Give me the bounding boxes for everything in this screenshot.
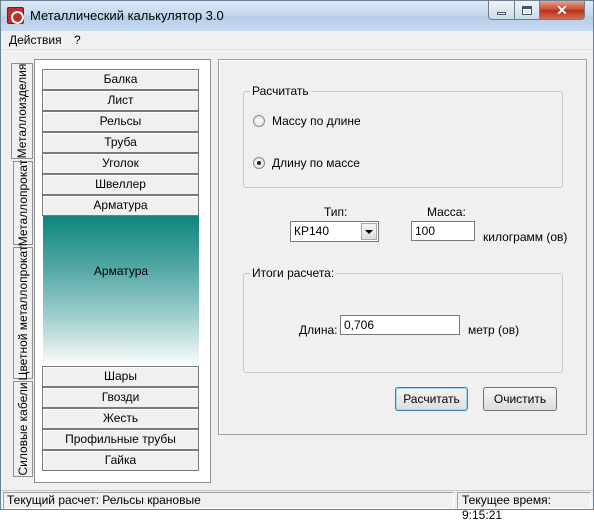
tab-label: Металлопрокат (16, 159, 30, 247)
menu-actions[interactable]: Действия (9, 33, 62, 47)
length-label: Длина: (299, 323, 338, 337)
category-rails-button[interactable]: Рельсы (42, 111, 199, 132)
maximize-icon (522, 5, 532, 15)
mass-unit-label: килограмм (ов) (483, 230, 568, 244)
category-sheet-button[interactable]: Лист (42, 90, 199, 111)
status-current-calc: Текущий расчет: Рельсы крановые (3, 492, 454, 509)
expanded-category-panel[interactable]: Арматура (43, 216, 199, 367)
tab-label: Металлоизделия (15, 63, 29, 159)
type-label: Тип: (324, 205, 348, 219)
tab-nonferrous-metal[interactable]: Цветной металлопрокат (13, 245, 33, 381)
minimize-button[interactable] (488, 1, 515, 20)
menu-bar: Действия ? (1, 31, 593, 50)
window-title: Металлический калькулятор 3.0 (30, 8, 224, 23)
radio-length-by-mass[interactable]: Длину по массе (253, 156, 360, 170)
expanded-category-label: Арматура (93, 264, 149, 278)
close-icon: ✕ (556, 2, 568, 18)
mass-input[interactable]: 100 (411, 221, 475, 241)
category-pipe-button[interactable]: Труба (42, 132, 199, 153)
mass-label: Масса: (427, 205, 466, 219)
radio-length-indicator (253, 157, 265, 169)
chevron-down-icon[interactable] (361, 223, 377, 240)
calculation-panel: Расчитать Массу по длине Длину по массе … (218, 59, 587, 435)
category-nut-button[interactable]: Гайка (42, 450, 199, 471)
tab-rolled-metal[interactable]: Металлопрокат (13, 159, 33, 247)
length-output[interactable]: 0,706 (340, 315, 460, 335)
category-rebar-button[interactable]: Арматура (42, 195, 199, 216)
category-balls-button[interactable]: Шары (42, 366, 199, 387)
type-select-value: КР140 (294, 224, 330, 238)
tab-label: Силовые кабели (16, 382, 30, 476)
category-angle-button[interactable]: Уголок (42, 153, 199, 174)
status-bar: Текущий расчет: Рельсы крановые Текущее … (1, 490, 593, 522)
category-beam-button[interactable]: Балка (42, 69, 199, 90)
radio-length-label: Длину по массе (272, 156, 360, 170)
tab-label: Цветной металлопрокат (16, 245, 30, 381)
radio-mass-indicator (253, 115, 265, 127)
calculate-button-label: Расчитать (403, 392, 460, 406)
calc-mode-title: Расчитать (250, 84, 311, 98)
clear-button-label: Очистить (493, 392, 547, 406)
type-select[interactable]: КР140 (290, 221, 379, 242)
radio-mass-by-length[interactable]: Массу по длине (253, 114, 361, 128)
calculate-button[interactable]: Расчитать (395, 387, 468, 411)
maximize-button[interactable] (514, 1, 540, 20)
title-bar[interactable]: Металлический калькулятор 3.0 ✕ (1, 1, 593, 31)
calculator-app-icon[interactable] (7, 7, 24, 24)
app-window: Металлический калькулятор 3.0 ✕ Действия… (0, 0, 594, 522)
tab-power-cables[interactable]: Силовые кабели (13, 381, 33, 477)
menu-help[interactable]: ? (74, 33, 81, 47)
radio-mass-label: Массу по длине (272, 114, 361, 128)
category-nails-button[interactable]: Гвозди (42, 387, 199, 408)
minimize-icon (497, 11, 506, 15)
results-title: Итоги расчета: (250, 266, 337, 280)
results-group: Итоги расчета: Длина: 0,706 метр (ов) (243, 266, 563, 373)
calc-mode-group: Расчитать Массу по длине Длину по массе (243, 84, 563, 188)
category-tin-button[interactable]: Жесть (42, 408, 199, 429)
category-profile-pipes-button[interactable]: Профильные трубы (42, 429, 199, 450)
clear-button[interactable]: Очистить (483, 387, 557, 411)
close-button[interactable]: ✕ (539, 1, 585, 20)
status-current-time: Текущее время: 9:15:21 (457, 492, 591, 522)
length-unit-label: метр (ов) (468, 323, 520, 337)
category-channel-button[interactable]: Швеллер (42, 174, 199, 195)
tab-metal-products[interactable]: Металлоизделия (11, 63, 33, 159)
